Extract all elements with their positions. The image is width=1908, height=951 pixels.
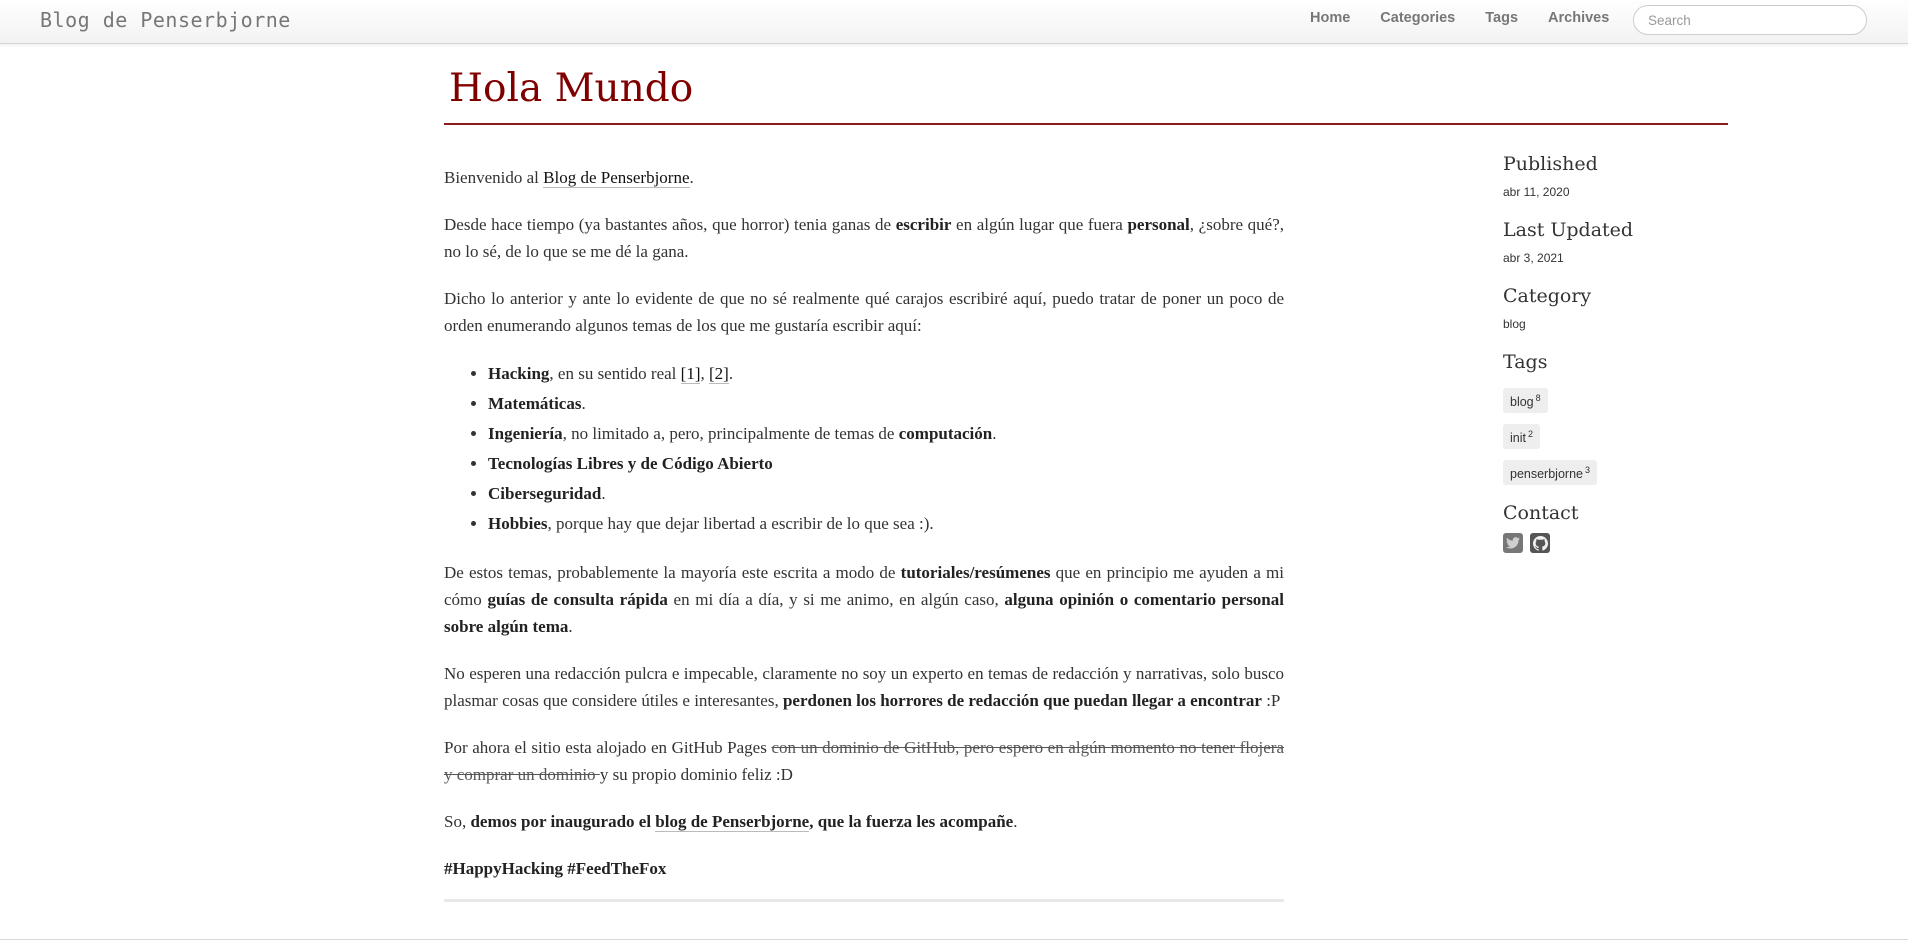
reference-link-1[interactable]: [1] <box>680 364 701 384</box>
contact-heading: Contact <box>1503 502 1579 525</box>
page-title: Hola Mundo <box>449 66 694 111</box>
article-content: Bienvenido al Blog de Penserbjorne. Desd… <box>444 164 1284 902</box>
nav-tags[interactable]: Tags <box>1485 10 1518 26</box>
tag-count: 2 <box>1527 429 1533 440</box>
paragraph-intro: Desde hace tiempo (ya bastantes años, qu… <box>444 215 1285 261</box>
tag-item: penserbjorne 3 <box>1503 460 1763 486</box>
title-divider <box>444 123 1728 125</box>
last-updated-date: abr 3, 2021 <box>1503 251 1564 265</box>
category-heading: Category <box>1503 285 1592 307</box>
nav-archives[interactable]: Archives <box>1548 10 1609 26</box>
list-item: Hobbies, porque hay que dejar libertad a… <box>488 509 1284 539</box>
topics-list: Hacking, en su sentido real [1], [2]. Ma… <box>488 359 1284 539</box>
paragraph-inauguration: So, demos por inaugurado el blog de Pens… <box>444 812 1018 832</box>
tags-list: blog 8 init 2 penserbjorne 3 <box>1503 388 1763 486</box>
tags-heading: Tags <box>1503 351 1548 373</box>
reference-link-2[interactable]: [2] <box>708 364 729 384</box>
last-updated-heading: Last Updated <box>1503 219 1634 241</box>
contact-icons <box>1503 533 1763 554</box>
list-item: Ingeniería, no limitado a, pero, princip… <box>488 419 1284 449</box>
published-date: abr 11, 2020 <box>1503 185 1570 199</box>
paragraph-hosting: Por ahora el sitio esta alojado en GitHu… <box>444 738 1284 784</box>
nav-home[interactable]: Home <box>1310 10 1350 26</box>
published-heading: Published <box>1503 153 1598 175</box>
site-brand[interactable]: Blog de Penserbjorne <box>40 8 291 32</box>
paragraph-welcome: Bienvenido al Blog de Penserbjorne. <box>444 168 694 188</box>
twitter-icon[interactable] <box>1503 533 1523 554</box>
tag-count: 3 <box>1584 465 1590 476</box>
list-item: Matemáticas. <box>488 389 1284 419</box>
blog-link-bold[interactable]: blog de Penserbjorne <box>655 812 810 832</box>
content-divider <box>444 899 1284 902</box>
tag-count: 8 <box>1535 393 1541 403</box>
nav-links: Home Categories Tags Archives <box>1310 10 1639 26</box>
tag-item: init 2 <box>1503 424 1763 450</box>
tag-blog[interactable]: blog 8 <box>1503 388 1548 414</box>
tag-init[interactable]: init 2 <box>1503 424 1540 450</box>
blog-link[interactable]: Blog de Penserbjorne <box>543 168 690 188</box>
paragraph-hashtags: #HappyHacking #FeedTheFox <box>444 859 667 878</box>
list-item: Ciberseguridad. <box>488 479 1284 509</box>
paragraph-tutorials: De estos temas, probablemente la mayoría… <box>444 563 1284 636</box>
category-link[interactable]: blog <box>1503 317 1526 331</box>
nav-categories[interactable]: Categories <box>1380 10 1455 26</box>
github-icon[interactable] <box>1530 533 1550 554</box>
tag-penserbjorne[interactable]: penserbjorne 3 <box>1503 460 1597 486</box>
footer-divider <box>0 939 1908 940</box>
paragraph-disclaimer: No esperen una redacción pulcra e impeca… <box>444 664 1284 710</box>
paragraph-topics-intro: Dicho lo anterior y ante lo evidente de … <box>444 289 1284 335</box>
list-item: Tecnologías Libres y de Código Abierto <box>488 449 1284 479</box>
list-item: Hacking, en su sentido real [1], [2]. <box>488 359 1284 389</box>
navbar: Blog de Penserbjorne Home Categories Tag… <box>0 0 1908 44</box>
search-input[interactable] <box>1633 5 1867 35</box>
post-sidebar: Published abr 11, 2020 Last Updated abr … <box>1503 152 1763 554</box>
tag-item: blog 8 <box>1503 388 1763 414</box>
